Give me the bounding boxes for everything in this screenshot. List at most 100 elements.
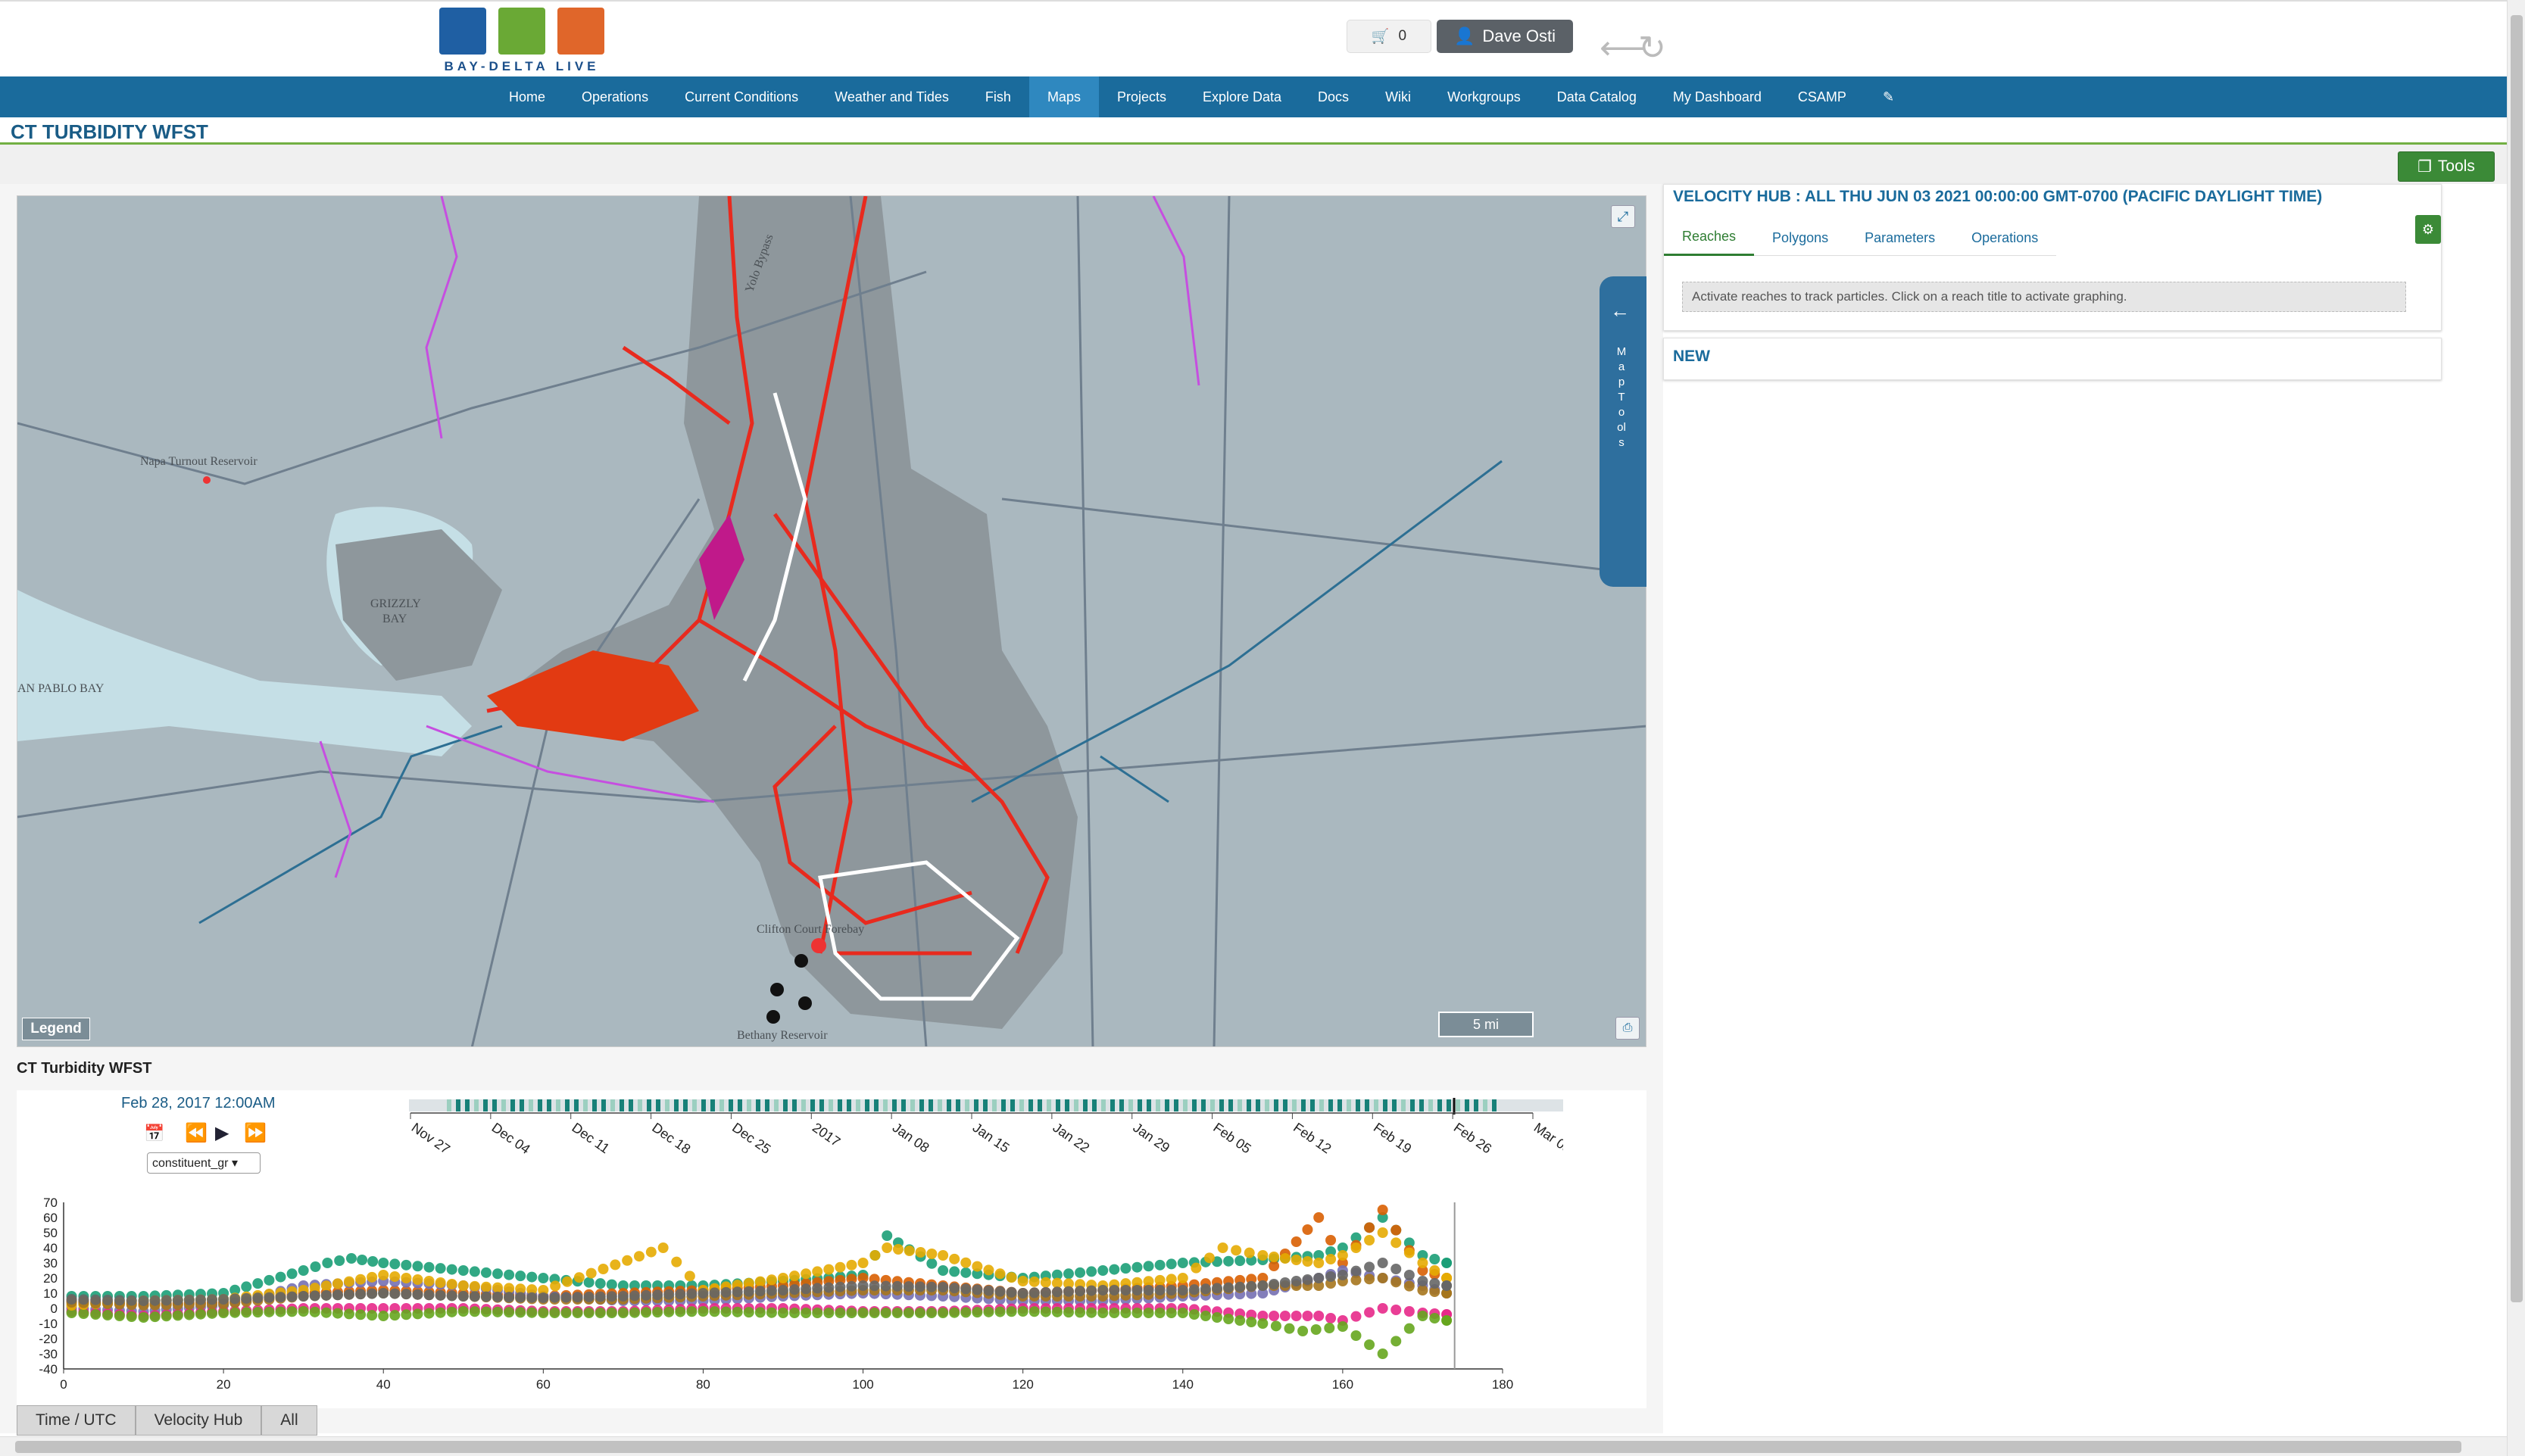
nav-wiki[interactable]: Wiki: [1367, 76, 1429, 117]
data-point: [1154, 1285, 1166, 1295]
timeline-data-band: [1437, 1099, 1442, 1111]
pump-marker[interactable]: [770, 983, 784, 996]
nav-fish[interactable]: Fish: [967, 76, 1029, 117]
data-point: [652, 1307, 663, 1318]
pump-marker[interactable]: [794, 954, 808, 968]
timeline-data-band: [1019, 1099, 1024, 1111]
timeline-data-band: [1347, 1099, 1351, 1111]
tools-button[interactable]: ❐ Tools: [2398, 151, 2495, 182]
map-tools-tab[interactable]: ← Map Tools: [1600, 276, 1646, 587]
tab-time-utc[interactable]: Time / UTC: [17, 1405, 136, 1436]
pump-marker[interactable]: [798, 996, 812, 1010]
data-point: [515, 1307, 526, 1318]
pump-marker[interactable]: [766, 1010, 780, 1024]
data-point: [1279, 1253, 1291, 1264]
constituent-select[interactable]: constituent_gr ▾: [147, 1152, 261, 1174]
data-point: [560, 1292, 572, 1303]
tab-reaches[interactable]: Reaches: [1664, 220, 1755, 256]
expand-icon[interactable]: ⤢: [1611, 205, 1635, 228]
data-point: [1154, 1308, 1166, 1318]
horizontal-scrollbar-thumb[interactable]: [15, 1441, 2461, 1453]
data-point: [572, 1292, 583, 1303]
print-icon[interactable]: ⎙: [1615, 1017, 1640, 1040]
data-point: [766, 1274, 777, 1286]
tab-parameters[interactable]: Parameters: [1846, 220, 1953, 256]
timeline-data-band: [1365, 1099, 1369, 1111]
data-point: [663, 1289, 675, 1300]
legend-button[interactable]: Legend: [22, 1018, 90, 1040]
nav-current-conditions[interactable]: Current Conditions: [666, 76, 816, 117]
clifton-court-marker[interactable]: [811, 938, 826, 953]
data-point: [322, 1258, 333, 1268]
data-point: [1417, 1285, 1428, 1295]
user-button[interactable]: 👤 Dave Osti: [1437, 20, 1573, 53]
data-point: [1324, 1323, 1335, 1333]
data-point: [972, 1307, 983, 1318]
data-point: [938, 1308, 949, 1318]
fast-forward-icon[interactable]: ⏩: [244, 1122, 267, 1144]
nav-projects[interactable]: Projects: [1099, 76, 1184, 117]
nav-csamp[interactable]: CSAMP: [1780, 76, 1865, 117]
nav-maps[interactable]: Maps: [1028, 76, 1099, 117]
calendar-icon[interactable]: 📅: [144, 1124, 164, 1143]
vertical-scrollbar-thumb[interactable]: [2511, 15, 2523, 1302]
timeline-data-band: [556, 1099, 560, 1111]
bay-delta-live-logo[interactable]: BAY-DELTA LIVE: [438, 8, 606, 73]
data-point: [1006, 1272, 1017, 1283]
redo-icon[interactable]: ↻: [1638, 32, 1666, 65]
nav-my-dashboard[interactable]: My Dashboard: [1655, 76, 1780, 117]
data-point: [1177, 1285, 1188, 1295]
data-point: [1377, 1348, 1388, 1359]
nav-workgroups[interactable]: Workgroups: [1429, 76, 1539, 117]
data-point: [743, 1307, 754, 1318]
timeline-data-band: [456, 1099, 460, 1111]
timeline-tick-label: 2017: [810, 1120, 843, 1149]
horizontal-scrollbar[interactable]: [0, 1436, 2507, 1456]
tab-all[interactable]: All: [261, 1405, 317, 1436]
new-panel[interactable]: NEW: [1663, 338, 2442, 380]
data-point: [983, 1306, 994, 1317]
timeline-tick-label: Jan 08: [890, 1120, 932, 1155]
nav-home[interactable]: Home: [491, 76, 563, 117]
data-point: [1075, 1307, 1086, 1318]
nav-operations[interactable]: Operations: [563, 76, 666, 117]
tab-velocity-hub[interactable]: Velocity Hub: [135, 1405, 262, 1436]
rewind-icon[interactable]: ⏪: [185, 1122, 208, 1144]
data-point: [671, 1256, 682, 1267]
map-view[interactable]: Yolo Bypass Napa Turnout Reservoir GRIZZ…: [17, 195, 1646, 1047]
data-point: [1040, 1277, 1051, 1288]
cart-button[interactable]: 🛒 0: [1347, 20, 1431, 53]
nav-docs[interactable]: Docs: [1300, 76, 1367, 117]
tab-operations[interactable]: Operations: [1953, 220, 2056, 256]
timeline-slider[interactable]: Nov 27 Dec 04 Dec 11 Dec 18 Dec 25 2017 Jan 08…: [409, 1098, 1563, 1174]
edit-icon[interactable]: ✎: [1865, 76, 1912, 117]
data-point: [1364, 1307, 1375, 1318]
toolbar-strip: [0, 145, 2507, 184]
timeline-data-band: [1028, 1099, 1033, 1111]
timeline-tick-label: Feb 05: [1210, 1120, 1253, 1157]
timeline-data-band: [1092, 1099, 1097, 1111]
data-point: [835, 1308, 846, 1318]
timeline-tick-label: Mar 05: [1531, 1120, 1563, 1157]
timeline-data-band: [1201, 1099, 1206, 1111]
data-point: [743, 1286, 754, 1297]
napa-marker[interactable]: [203, 476, 211, 484]
data-point: [766, 1285, 777, 1296]
data-point: [1223, 1255, 1234, 1267]
data-point: [1350, 1311, 1362, 1322]
timeline-data-band: [1047, 1099, 1051, 1111]
data-point: [332, 1278, 343, 1289]
gear-icon[interactable]: ⚙: [2415, 215, 2441, 244]
data-point: [1191, 1262, 1202, 1274]
timeline-data-band: [1165, 1099, 1169, 1111]
nav-data-catalog[interactable]: Data Catalog: [1539, 76, 1655, 117]
data-point: [1097, 1308, 1109, 1318]
play-icon[interactable]: ▶: [215, 1122, 229, 1144]
data-point: [1086, 1285, 1097, 1296]
vertical-scrollbar[interactable]: [2507, 0, 2525, 1456]
nav-weather-and-tides[interactable]: Weather and Tides: [816, 76, 967, 117]
nav-explore-data[interactable]: Explore Data: [1184, 76, 1300, 117]
data-point: [1313, 1258, 1325, 1268]
timeline-data-band: [1192, 1099, 1197, 1111]
tab-polygons[interactable]: Polygons: [1754, 220, 1846, 256]
